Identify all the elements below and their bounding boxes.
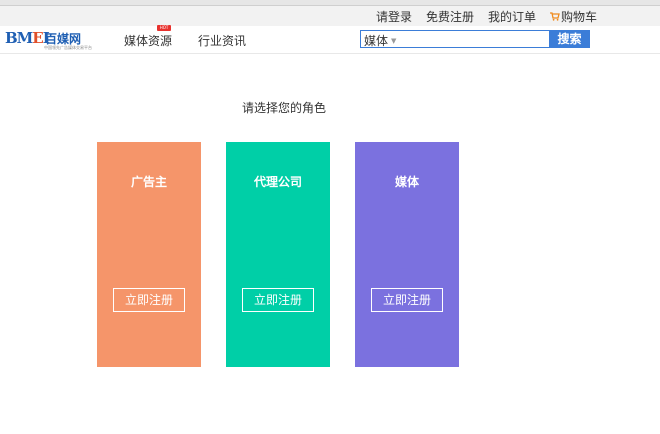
chevron-down-icon: ▼	[391, 37, 397, 45]
register-now-button[interactable]: 立即注册	[113, 288, 185, 312]
orders-link[interactable]: 我的订单	[488, 8, 536, 25]
search-input[interactable]	[405, 32, 545, 46]
role-title: 广告主	[130, 175, 167, 189]
top-bar: 请登录 免费注册 我的订单 购物车	[0, 6, 660, 26]
role-card-media: 媒体 立即注册	[355, 142, 459, 367]
role-card-advertiser: 广告主 立即注册	[97, 142, 201, 367]
register-link[interactable]: 免费注册	[426, 8, 474, 25]
nav-industry-news[interactable]: 行业资讯	[198, 32, 246, 49]
shopping-cart-icon	[549, 12, 560, 21]
nav-media-resources[interactable]: 媒体资源 HOT	[124, 25, 172, 49]
cart-link[interactable]: 购物车	[549, 8, 597, 25]
cart-label: 购物车	[560, 10, 597, 24]
login-link[interactable]: 请登录	[376, 8, 412, 25]
main-nav: 媒体资源 HOT 行业资讯	[124, 25, 246, 49]
search-box: 媒体 ▼	[360, 30, 550, 48]
top-links: 请登录 免费注册 我的订单 购物车	[376, 8, 597, 25]
register-now-button[interactable]: 立即注册	[242, 288, 314, 312]
search-bar: 媒体 ▼ 搜索	[360, 30, 590, 48]
role-title: 代理公司	[253, 175, 302, 189]
search-button[interactable]: 搜索	[549, 30, 590, 48]
role-card-agency: 代理公司 立即注册	[226, 142, 330, 367]
search-category-select[interactable]: 媒体 ▼	[364, 32, 396, 49]
site-logo[interactable]: BMEI 百媒网 中国领先广告媒体交易平台	[5, 28, 92, 52]
logo-tagline: 中国领先广告媒体交易平台	[44, 45, 92, 50]
site-header: BMEI 百媒网 中国领先广告媒体交易平台 媒体资源 HOT 行业资讯 媒体 ▼ …	[0, 25, 660, 54]
logo-mark: BMEI	[5, 29, 50, 47]
role-prompt: 请选择您的角色	[242, 101, 327, 115]
role-title: 媒体	[394, 175, 419, 189]
hot-badge: HOT	[157, 25, 172, 31]
register-now-button[interactable]: 立即注册	[371, 288, 443, 312]
